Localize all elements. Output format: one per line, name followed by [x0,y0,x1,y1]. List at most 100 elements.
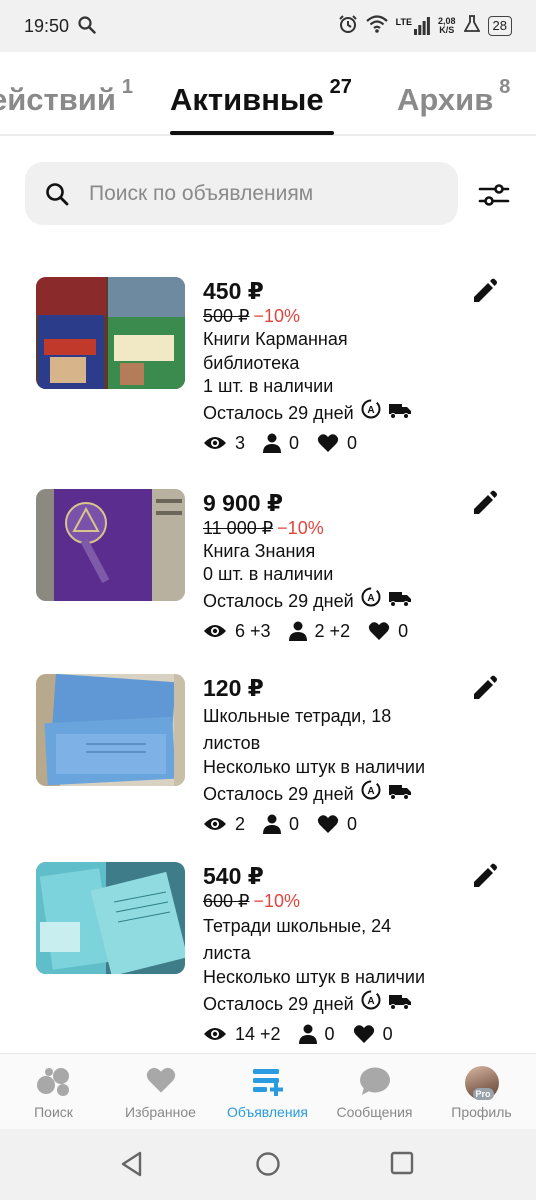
autoboost-icon: A [360,586,382,615]
favorites-count: 0 [382,1024,393,1044]
listing-photo[interactable] [36,489,185,601]
old-price: 600 ₽ [203,891,250,911]
search-box [25,162,458,225]
remaining-days: Осталось 29 дней [203,783,354,804]
back-icon[interactable] [120,1151,144,1182]
tab-active[interactable]: Активные 27 [170,76,352,118]
filter-button[interactable] [478,180,510,210]
listing-stock: 1 шт. в наличии [203,376,334,396]
edit-button[interactable] [471,277,499,305]
listing-price: 120 ₽ [203,675,264,701]
old-price: 500 ₽ [203,306,250,326]
listing-title-continued: листа [203,943,251,963]
avatar: Pro [464,1066,499,1100]
heart-icon [317,434,339,452]
old-price-row: 500 ₽ −10% [203,305,473,327]
eye-icon [204,625,226,637]
nav-label: Поиск [34,1104,73,1120]
eye-icon [204,1028,226,1040]
listings-add-icon [251,1066,285,1101]
discount-badge: −10% [253,891,301,911]
listing-price: 9 900 ₽ [203,490,283,516]
tab-archive[interactable]: Архив 8 [397,76,510,118]
views-count: 6 +3 [235,621,271,641]
views-count: 3 [235,433,246,453]
listing-title: Книга Знания [203,541,316,561]
favorites-count: 0 [347,814,358,834]
stats-row: 14 +2 0 0 [203,1020,473,1048]
tab-label: Активные [170,82,324,117]
svg-text:A: A [367,996,374,1007]
pro-badge: Pro [472,1088,494,1100]
home-icon[interactable] [255,1151,281,1182]
pencil-icon [474,278,497,302]
net-speed: 2,08 K/S [438,17,456,35]
listing-stock: 0 шт. в наличии [203,564,334,584]
stats-row: 6 +3 2 +2 0 [203,617,473,645]
delivery-truck-icon [388,588,412,614]
listing-photo[interactable] [36,277,185,389]
contacts-stat: 2 +2 [288,617,351,645]
search-icon [78,16,96,39]
recents-icon[interactable] [390,1151,414,1180]
views-stat: 2 [203,810,245,838]
person-icon [263,814,282,834]
active-tab-indicator [170,131,334,135]
search-input[interactable] [89,162,439,225]
person-icon [263,433,282,453]
pencil-icon [474,490,497,514]
heart-icon [353,1025,374,1043]
delivery-truck-icon [388,400,412,426]
svg-text:A: A [367,786,374,797]
favorites-stat: 0 [317,429,357,457]
tab-awaiting-action[interactable]: ействий 1 [0,76,133,118]
contacts-stat: 0 [298,1020,335,1048]
eye-icon [204,818,226,830]
battery-indicator: 28 [487,16,512,36]
contacts-count: 0 [324,1024,335,1044]
listing-title-continued: библиотека [203,353,300,373]
nav-listings[interactable]: Объявления [214,1054,321,1130]
bottom-nav: Поиск Избранное Объявления Сообщения Pro… [0,1053,536,1129]
alarm-icon [338,14,358,39]
heart-icon [317,815,339,833]
listing-tabs: ействий 1 Активные 27 Архив 8 [0,52,536,142]
contacts-count: 2 +2 [314,621,351,641]
autoboost-icon: A [360,398,382,427]
discount-badge: −10% [277,518,324,538]
delivery-truck-icon [388,781,412,807]
svg-text:A: A [367,405,374,416]
listing-title: Школьные тетради, 18 [203,706,392,726]
views-stat: 6 +3 [203,617,271,645]
nav-favorites[interactable]: Избранное [107,1054,214,1130]
edit-button[interactable] [471,489,499,517]
edit-button[interactable] [471,674,499,702]
autoboost-icon: A [360,989,382,1018]
remaining-row: Осталось 29 дней A [203,398,473,427]
edit-button[interactable] [471,862,499,890]
nav-profile[interactable]: Pro Профиль [428,1054,535,1130]
nav-search[interactable]: Поиск [0,1054,107,1130]
remaining-row: Осталось 29 дней A [203,586,473,615]
tab-label: Архив [397,82,494,117]
pencil-icon [474,863,497,887]
search-bubbles-icon [36,1066,72,1101]
listing-photo[interactable] [36,862,185,974]
tab-label: ействий [0,82,116,117]
listing-photo[interactable] [36,674,185,786]
network-type: LTE [395,17,412,27]
nav-label: Избранное [125,1104,196,1120]
views-count: 2 [235,814,246,834]
wifi-icon [365,14,388,38]
nav-label: Профиль [451,1104,512,1120]
tab-count: 27 [329,76,352,98]
listing-stock: Несколько штук в наличии [203,757,425,777]
sliders-icon [478,184,510,206]
listing-title: Книги Карманная [203,329,348,349]
contacts-stat: 0 [263,810,299,838]
contacts-count: 0 [289,433,300,453]
discount-badge: −10% [253,306,301,326]
nav-messages[interactable]: Сообщения [321,1054,428,1130]
search-icon [45,182,69,211]
listing-title: Тетради школьные, 24 [203,916,392,936]
